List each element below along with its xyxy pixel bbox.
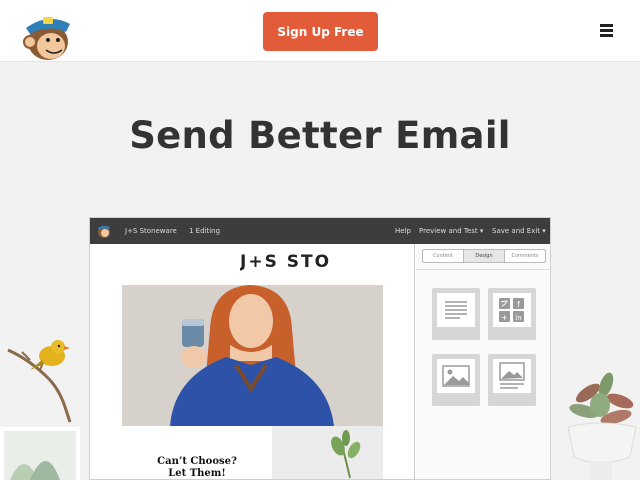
text-block[interactable] [432,288,480,340]
tab-comments[interactable]: Comments [505,250,545,262]
image-card-icon [499,362,525,389]
panel-tabs: Content Design Comments [422,249,546,263]
image-block[interactable] [432,354,480,406]
design-panel: Content Design Comments f + in [416,244,550,479]
email-brand: J+S STONEWARE [240,252,330,272]
editor-toolbar: J+S Stoneware 1 Editing Help Preview and… [90,218,550,244]
decorative-succulent-picture [567,372,637,480]
editor-screenshot: J+S Stoneware 1 Editing Help Preview and… [89,217,551,480]
social-follow-icon: f + in [499,298,524,322]
save-and-exit-menu[interactable]: Save and Exit ▾ [492,227,546,235]
promo-text: Can’t Choose? Let Them! [122,456,272,479]
promo-line-1: Can’t Choose? [157,456,237,467]
svg-text:f: f [517,300,520,309]
campaign-name: J+S Stoneware [125,227,177,235]
hamburger-menu-icon[interactable] [600,24,613,37]
freddie-mini-icon [98,225,110,238]
image-block-icon [442,365,470,387]
hero-photo [122,285,383,426]
svg-text:+: + [501,313,508,322]
tab-design[interactable]: Design [464,250,505,262]
panel-divider [416,269,550,270]
top-navigation: Sign Up Free [0,0,640,62]
page-headline: Send Better Email [129,114,511,157]
plant-photo [272,426,383,479]
help-link[interactable]: Help [395,227,411,235]
freddie-monkey-logo-icon[interactable] [20,10,76,62]
tab-content[interactable]: Content [423,250,464,262]
promo-line-2: Let Them! [168,468,226,479]
svg-text:in: in [515,314,521,322]
decorative-bird-picture [0,340,80,480]
social-follow-block[interactable]: f + in [488,288,536,340]
image-card-block[interactable] [488,354,536,406]
editing-step: 1 Editing [189,227,221,235]
preview-and-test-menu[interactable]: Preview and Test ▾ [419,227,483,235]
text-block-icon [445,301,467,319]
sign-up-free-button[interactable]: Sign Up Free [263,12,378,51]
email-canvas: J+S STONEWARE Can’t Choose? Let Them! [90,244,415,479]
